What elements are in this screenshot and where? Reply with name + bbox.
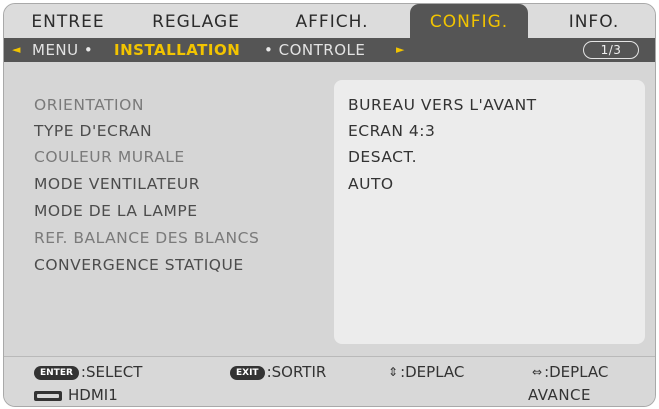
input-source: HDMI1 [34, 386, 118, 404]
value-orientation: BUREAU VERS L'AVANT [348, 96, 537, 114]
item-mode-lampe[interactable]: MODE DE LA LAMPE [34, 202, 198, 220]
tab-reglage[interactable]: REGLAGE [144, 4, 248, 38]
value-couleur-murale: DESACT. [348, 148, 418, 166]
item-convergence[interactable]: CONVERGENCE STATIQUE [34, 256, 244, 274]
breadcrumb: ◄ MENU • INSTALLATION • CONTROLE ► 1/3 [4, 38, 655, 62]
tab-entree[interactable]: ENTREE [22, 4, 114, 38]
exit-hint: EXIT:SORTIR [230, 363, 326, 381]
exit-key-icon: EXIT [230, 366, 265, 380]
up-down-arrows-icon: ⇕ [388, 365, 399, 379]
crumb-installation[interactable]: INSTALLATION [114, 38, 240, 62]
tab-info[interactable]: INFO. [552, 4, 636, 38]
settings-list: ORIENTATION TYPE D'ECRAN COULEUR MURALE … [4, 62, 655, 356]
crumb-controle[interactable]: • CONTROLE [264, 38, 365, 62]
updown-hint: ⇕:DEPLAC [388, 363, 465, 381]
menu-mode: AVANCE [527, 386, 591, 404]
value-mode-ventilateur: AUTO [348, 175, 394, 193]
leftright-hint: ⇔:DEPLAC [532, 363, 609, 381]
enter-key-icon: ENTER [34, 366, 79, 380]
value-type-ecran: ECRAN 4:3 [348, 122, 436, 140]
item-ref-balance[interactable]: REF. BALANCE DES BLANCS [34, 229, 259, 247]
projector-menu: ENTREE REGLAGE AFFICH. CONFIG. INFO. ◄ M… [3, 3, 656, 407]
page-indicator: 1/3 [583, 41, 639, 59]
tab-config[interactable]: CONFIG. [410, 4, 528, 38]
item-orientation[interactable]: ORIENTATION [34, 96, 144, 114]
values-panel: BUREAU VERS L'AVANT ECRAN 4:3 DESACT. AU… [334, 80, 645, 344]
crumb-menu[interactable]: MENU • [32, 38, 93, 62]
left-right-arrows-icon: ⇔ [532, 365, 543, 379]
item-couleur-murale[interactable]: COULEUR MURALE [34, 148, 185, 166]
right-triangle-icon[interactable]: ► [396, 38, 405, 62]
select-hint: ENTER:SELECT [34, 363, 142, 381]
hdmi-connector-icon [34, 391, 62, 401]
footer: ENTER:SELECT EXIT:SORTIR ⇕:DEPLAC ⇔:DEPL… [4, 356, 655, 406]
item-type-ecran[interactable]: TYPE D'ECRAN [34, 122, 152, 140]
menu-tabs: ENTREE REGLAGE AFFICH. CONFIG. INFO. [4, 4, 655, 38]
tab-affich[interactable]: AFFICH. [280, 4, 384, 38]
item-mode-ventilateur[interactable]: MODE VENTILATEUR [34, 175, 200, 193]
left-triangle-icon[interactable]: ◄ [12, 38, 21, 62]
